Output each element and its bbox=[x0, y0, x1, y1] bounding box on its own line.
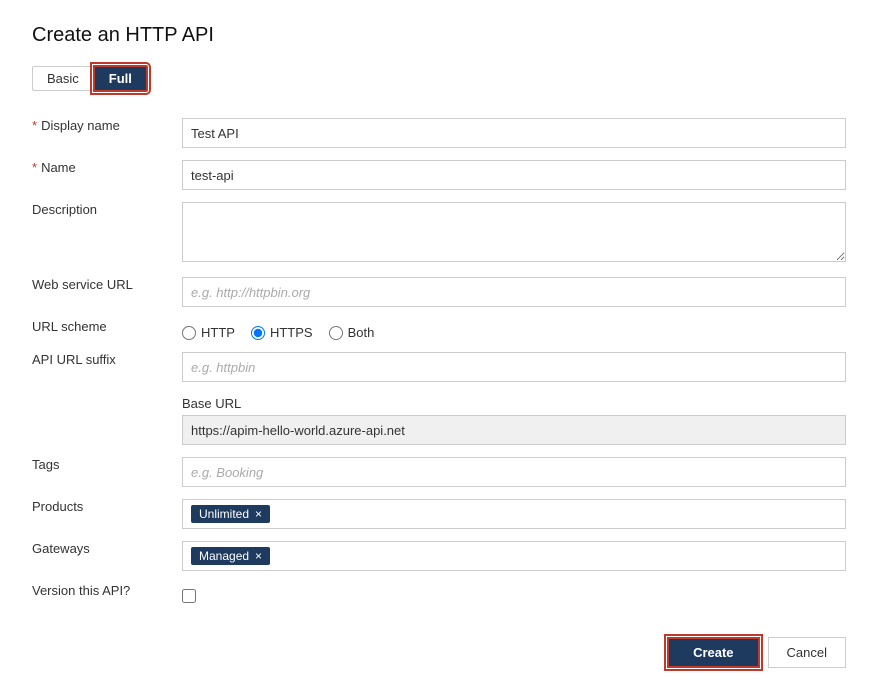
name-label: *Name bbox=[32, 154, 182, 196]
url-scheme-http-label[interactable]: HTTP bbox=[182, 325, 235, 340]
product-chip-label: Unlimited bbox=[199, 507, 249, 521]
base-url-label: Base URL bbox=[182, 394, 846, 411]
gateways-cell: Managed × bbox=[182, 535, 846, 577]
url-scheme-both-label[interactable]: Both bbox=[329, 325, 375, 340]
url-scheme-both-text: Both bbox=[348, 325, 375, 340]
gateways-row: Gateways Managed × bbox=[32, 535, 846, 577]
description-row: Description bbox=[32, 196, 846, 271]
url-scheme-https-radio[interactable] bbox=[251, 326, 265, 340]
url-scheme-both-radio[interactable] bbox=[329, 326, 343, 340]
products-input-wrap[interactable]: Unlimited × bbox=[182, 499, 846, 529]
web-service-url-row: Web service URL bbox=[32, 271, 846, 313]
url-scheme-https-text: HTTPS bbox=[270, 325, 313, 340]
base-url-row: Base URL https://apim-hello-world.azure-… bbox=[32, 388, 846, 451]
description-cell bbox=[182, 196, 846, 271]
tags-label: Tags bbox=[32, 451, 182, 493]
products-cell: Unlimited × bbox=[182, 493, 846, 535]
cancel-button[interactable]: Cancel bbox=[768, 637, 846, 668]
url-scheme-http-radio[interactable] bbox=[182, 326, 196, 340]
required-star-display: * bbox=[32, 118, 37, 133]
name-row: *Name bbox=[32, 154, 846, 196]
url-scheme-http-text: HTTP bbox=[201, 325, 235, 340]
web-service-url-input[interactable] bbox=[182, 277, 846, 307]
version-checkbox-row bbox=[182, 583, 846, 603]
required-star-name: * bbox=[32, 160, 37, 175]
gateways-label: Gateways bbox=[32, 535, 182, 577]
version-label: Version this API? bbox=[32, 577, 182, 609]
api-url-suffix-input[interactable] bbox=[182, 352, 846, 382]
description-textarea[interactable] bbox=[182, 202, 846, 262]
display-name-input[interactable] bbox=[182, 118, 846, 148]
web-service-url-label: Web service URL bbox=[32, 271, 182, 313]
tags-cell bbox=[182, 451, 846, 493]
url-scheme-cell: HTTP HTTPS Both bbox=[182, 313, 846, 346]
display-name-row: *Display name bbox=[32, 112, 846, 154]
gateways-input-wrap[interactable]: Managed × bbox=[182, 541, 846, 571]
url-scheme-radio-group: HTTP HTTPS Both bbox=[182, 319, 846, 340]
version-cell bbox=[182, 577, 846, 609]
description-label: Description bbox=[32, 196, 182, 271]
gateway-chip-managed: Managed × bbox=[191, 547, 270, 565]
base-url-cell: Base URL https://apim-hello-world.azure-… bbox=[182, 388, 846, 451]
form-table: *Display name *Name Description Web serv… bbox=[32, 112, 846, 609]
products-row: Products Unlimited × bbox=[32, 493, 846, 535]
tags-input[interactable] bbox=[182, 457, 846, 487]
version-row: Version this API? bbox=[32, 577, 846, 609]
product-chip-close[interactable]: × bbox=[255, 508, 262, 520]
name-cell bbox=[182, 154, 846, 196]
footer-row: Create Cancel bbox=[32, 637, 846, 668]
tab-basic[interactable]: Basic bbox=[32, 66, 93, 91]
page-title: Create an HTTP API bbox=[32, 24, 846, 47]
tab-row: Basic Full bbox=[32, 65, 846, 92]
url-scheme-https-label[interactable]: HTTPS bbox=[251, 325, 313, 340]
url-scheme-label: URL scheme bbox=[32, 313, 182, 346]
create-button[interactable]: Create bbox=[667, 637, 759, 668]
display-name-label: *Display name bbox=[32, 112, 182, 154]
tab-full[interactable]: Full bbox=[93, 65, 148, 92]
tags-row: Tags bbox=[32, 451, 846, 493]
base-url-spacer bbox=[32, 388, 182, 451]
gateway-chip-close[interactable]: × bbox=[255, 550, 262, 562]
base-url-value: https://apim-hello-world.azure-api.net bbox=[182, 415, 846, 445]
url-scheme-row: URL scheme HTTP HTTPS Both bbox=[32, 313, 846, 346]
name-input[interactable] bbox=[182, 160, 846, 190]
products-label: Products bbox=[32, 493, 182, 535]
display-name-cell bbox=[182, 112, 846, 154]
version-checkbox[interactable] bbox=[182, 589, 196, 603]
web-service-url-cell bbox=[182, 271, 846, 313]
api-url-suffix-label: API URL suffix bbox=[32, 346, 182, 388]
gateway-chip-label: Managed bbox=[199, 549, 249, 563]
api-url-suffix-row: API URL suffix bbox=[32, 346, 846, 388]
product-chip-unlimited: Unlimited × bbox=[191, 505, 270, 523]
api-url-suffix-cell bbox=[182, 346, 846, 388]
